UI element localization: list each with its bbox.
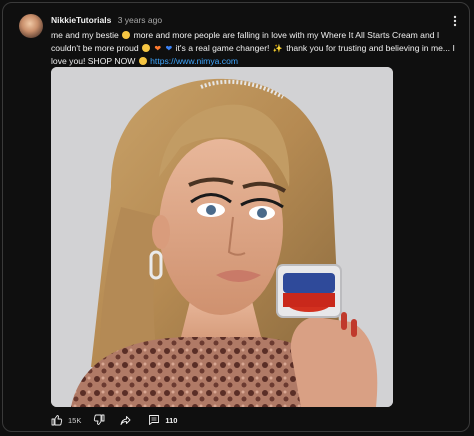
blue-heart-emoji-icon: ❤: [165, 44, 173, 53]
like-count: 15K: [68, 415, 82, 425]
dislike-button[interactable]: [93, 411, 105, 429]
post-photo-illustration: [51, 67, 393, 407]
share-icon: [120, 416, 131, 425]
more-vert-icon: [453, 15, 457, 27]
shop-link[interactable]: https://www.nimya.com: [150, 56, 238, 66]
post-time[interactable]: 3 years ago: [118, 15, 162, 25]
post-text: me and my bestie more and more people ar…: [51, 29, 455, 68]
share-button[interactable]: [119, 411, 132, 429]
post-text-segment: me and my bestie: [51, 30, 119, 40]
comment-count: 110: [165, 415, 178, 425]
avatar[interactable]: [19, 14, 43, 38]
thumb-down-icon: [94, 414, 105, 425]
smiling-face-emoji-icon: [138, 57, 147, 65]
post-text-segment: thank you for trusting and believing in: [286, 43, 429, 53]
orange-heart-emoji-icon: ❤: [154, 44, 162, 53]
community-post-card: NikkieTutorials 3 years ago me and my be…: [2, 2, 470, 432]
smiling-face-emoji-icon: [122, 31, 131, 39]
author-name[interactable]: NikkieTutorials: [51, 15, 111, 25]
more-options-button[interactable]: [447, 13, 463, 29]
thumb-up-icon: [51, 415, 63, 426]
post-text-segment: it's a real game changer!: [175, 43, 270, 53]
post-text-segment: couldn't be more proud: [51, 43, 139, 53]
post-text-segment: more and more people are falling in love…: [133, 30, 440, 40]
post-image[interactable]: [51, 67, 393, 407]
post-actions: 15K 110: [51, 411, 177, 429]
comments-button[interactable]: 110: [148, 411, 177, 429]
comment-icon: [149, 415, 160, 425]
post-header: NikkieTutorials 3 years ago: [51, 15, 162, 25]
like-button[interactable]: 15K: [51, 411, 81, 429]
sparkles-emoji-icon: ✨: [272, 44, 283, 53]
smiling-face-emoji-icon: [142, 44, 151, 52]
